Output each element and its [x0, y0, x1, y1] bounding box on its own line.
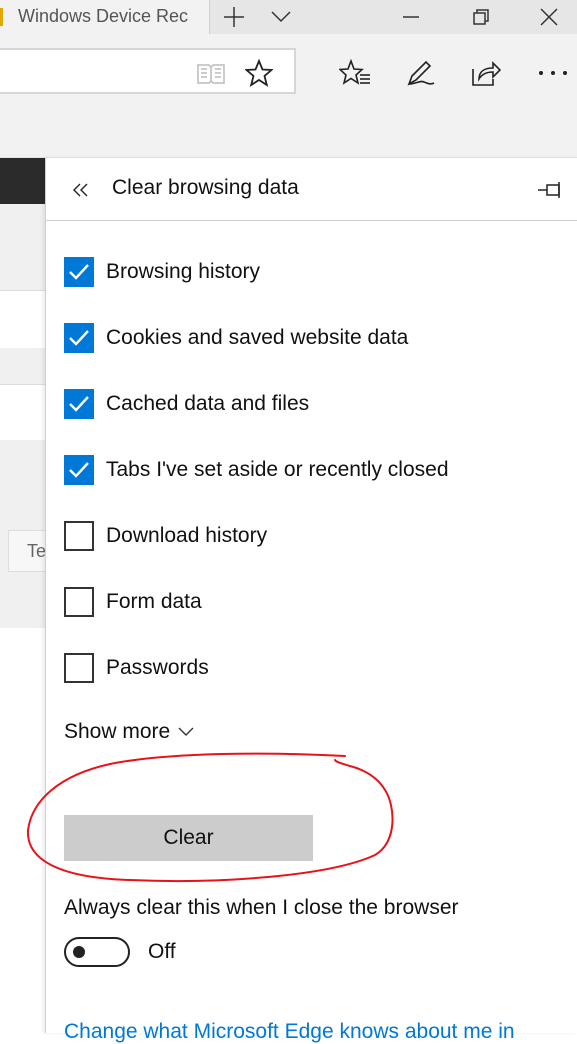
option-label: Cookies and saved website data [106, 326, 409, 349]
panel-title: Clear browsing data [112, 176, 299, 199]
clear-button[interactable]: Clear [64, 815, 313, 861]
browser-toolbar [0, 34, 577, 112]
checkbox-checked[interactable] [64, 389, 94, 419]
web-note-icon[interactable] [404, 56, 438, 90]
back-icon[interactable] [66, 176, 94, 204]
clear-browsing-data-panel: Clear browsing data Browsing history Cook… [45, 158, 577, 1043]
option-label: Passwords [106, 656, 209, 679]
reading-view-icon[interactable] [196, 58, 226, 88]
plus-icon [224, 7, 244, 27]
option-label: Form data [106, 590, 202, 613]
browser-tab[interactable]: Windows Device Rec [0, 0, 210, 34]
option-label: Browsing history [106, 260, 261, 283]
more-icon[interactable] [536, 56, 570, 90]
chevron-down-icon [271, 11, 291, 23]
background-tab: Te [8, 530, 47, 572]
background-page-region [0, 348, 45, 384]
minimize-icon [403, 16, 419, 18]
checkmark-icon [69, 330, 89, 346]
checkbox-unchecked[interactable] [64, 653, 94, 683]
option-row[interactable]: Cached data and files [64, 384, 564, 424]
checkbox-checked[interactable] [64, 455, 94, 485]
option-row[interactable]: Tabs I've set aside or recently closed [64, 450, 564, 490]
background-divider [0, 384, 45, 385]
option-label: Download history [106, 524, 268, 547]
panel-header: Clear browsing data [46, 158, 577, 221]
restore-icon [473, 9, 489, 25]
page-header-strip [0, 112, 577, 158]
toggle-state-label: Off [148, 940, 176, 963]
option-row[interactable]: Download history [64, 516, 564, 556]
option-row[interactable]: Browsing history [64, 252, 564, 292]
checkmark-icon [69, 396, 89, 412]
restore-button[interactable] [466, 0, 496, 34]
option-row[interactable]: Cookies and saved website data [64, 318, 564, 358]
always-clear-toggle[interactable] [64, 937, 130, 967]
show-more-label: Show more [64, 720, 171, 743]
tab-favicon-icon [0, 8, 3, 26]
checkmark-icon [69, 264, 89, 280]
background-divider [0, 290, 45, 291]
show-more-link[interactable]: Show more [64, 720, 194, 744]
option-label: Tabs I've set aside or recently closed [106, 458, 449, 481]
checkbox-checked[interactable] [64, 323, 94, 353]
checkbox-unchecked[interactable] [64, 587, 94, 617]
option-row[interactable]: Form data [64, 582, 564, 622]
address-bar[interactable] [0, 48, 296, 94]
checkmark-icon [69, 462, 89, 478]
minimize-button[interactable] [396, 0, 426, 34]
close-button[interactable] [534, 0, 564, 34]
privacy-link[interactable]: Change what Microsoft Edge knows about m… [64, 1020, 515, 1044]
favorite-star-icon[interactable] [244, 58, 274, 88]
new-tab-button[interactable] [218, 0, 250, 34]
background-tab-label: Te [27, 541, 47, 561]
chevron-down-icon [178, 727, 194, 736]
title-bar: Windows Device Rec [0, 0, 577, 34]
option-row[interactable]: Passwords [64, 648, 564, 688]
checkbox-checked[interactable] [64, 257, 94, 287]
checkbox-unchecked[interactable] [64, 521, 94, 551]
always-clear-label: Always clear this when I close the brows… [64, 896, 459, 919]
tab-list-button[interactable] [266, 0, 296, 34]
option-label: Cached data and files [106, 392, 310, 415]
background-page-header [0, 158, 45, 204]
tab-title: Windows Device Rec [18, 6, 189, 26]
close-icon [540, 8, 558, 26]
hub-icon[interactable] [338, 56, 372, 90]
toggle-knob [73, 946, 85, 958]
background-page-region [0, 204, 45, 290]
share-icon[interactable] [468, 56, 502, 90]
pin-icon[interactable] [536, 176, 566, 204]
